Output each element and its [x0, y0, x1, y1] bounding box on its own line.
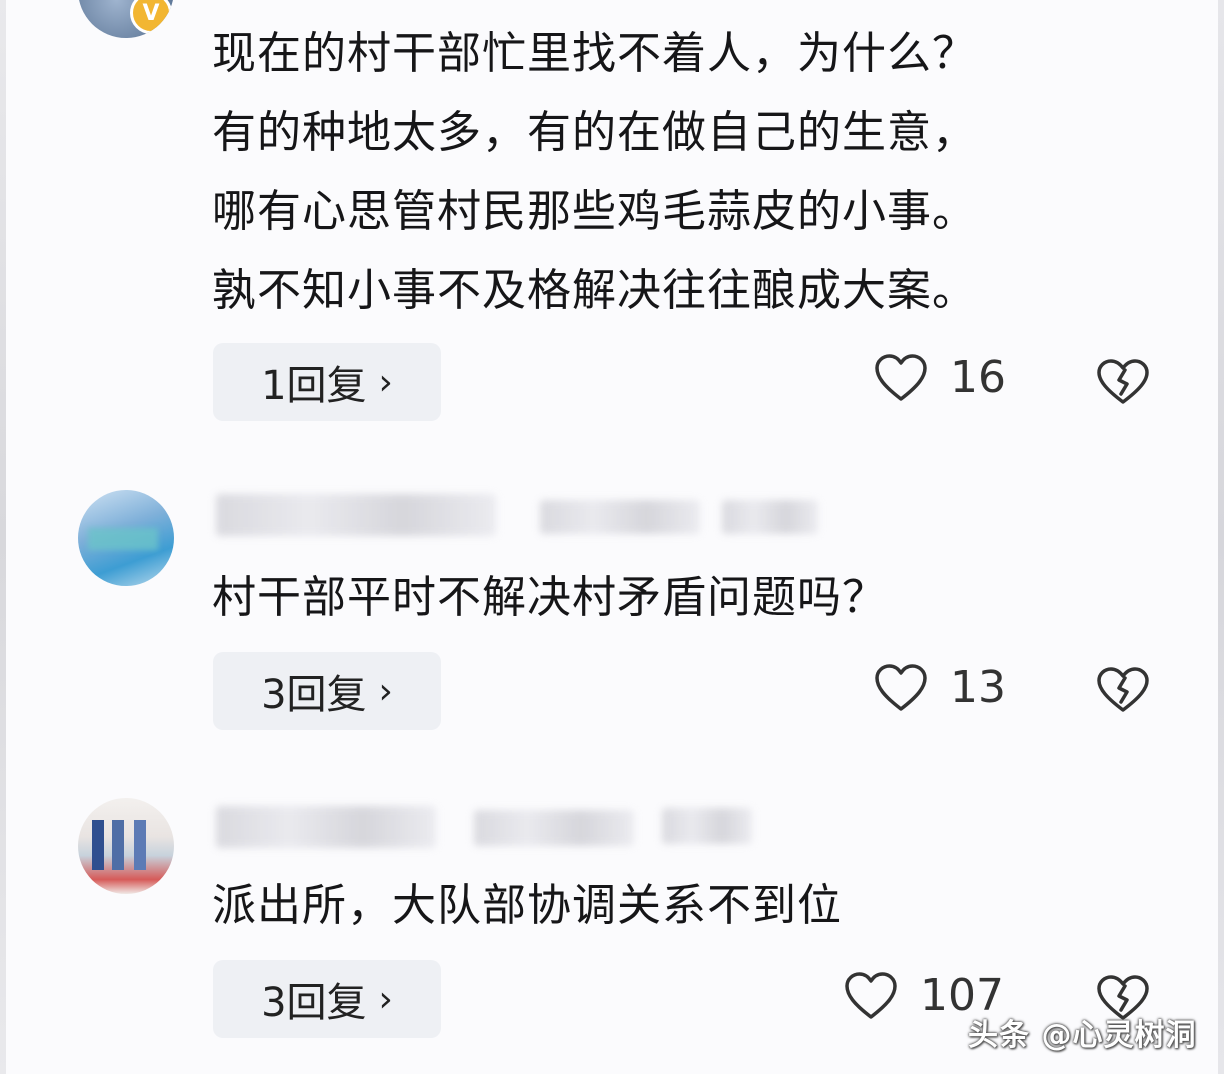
- chevron-right-icon: ›: [378, 978, 393, 1020]
- avatar-detail: [92, 820, 104, 870]
- avatar-detail: [134, 820, 146, 870]
- comment-text: 派出所，大队部协调关系不到位: [212, 880, 842, 931]
- reply-button[interactable]: 3回复 ›: [213, 960, 441, 1038]
- meta-blurred: [474, 810, 634, 846]
- reply-count-label: 3回复: [261, 980, 367, 1026]
- watermark: 头条 @心灵树洞: [968, 1018, 1197, 1053]
- avatar[interactable]: [78, 798, 174, 894]
- username-blurred: [216, 806, 436, 848]
- avatar-detail: [112, 820, 124, 870]
- comment-item: 派出所，大队部协调关系不到位 3回复 › 107: [0, 0, 1224, 1074]
- location-blurred: [662, 808, 752, 844]
- heart-outline-icon: [845, 971, 897, 1019]
